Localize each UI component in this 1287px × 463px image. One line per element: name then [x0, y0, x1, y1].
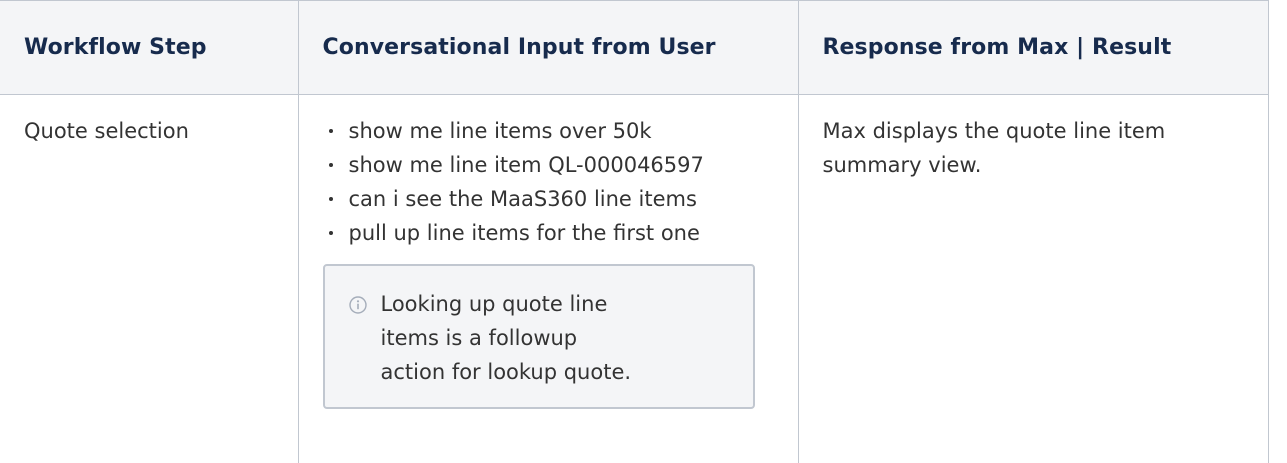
input-example: pull up line items for the first one — [348, 221, 700, 245]
header-conversational-input: Conversational Input from User — [297, 0, 799, 95]
input-example: show me line item QL-000046597 — [348, 153, 704, 177]
table-body: Quote selection show me line items over … — [0, 94, 1269, 463]
header-workflow-step: Workflow Step — [0, 0, 299, 95]
list-item: can i see the MaaS360 line items — [323, 182, 774, 216]
header-response-result: Response from Max | Result — [797, 0, 1269, 95]
list-item: show me line item QL-000046597 — [323, 148, 774, 182]
table-header: Workflow Step Conversational Input from … — [0, 0, 1269, 95]
info-circle-icon — [348, 290, 367, 314]
page: Workflow Step Conversational Input from … — [0, 0, 1287, 463]
bullet-dot — [328, 129, 333, 133]
user-input-cell: show me line items over 50k show me line… — [297, 94, 799, 463]
input-example: can i see the MaaS360 line items — [348, 187, 697, 211]
response-cell: Max displays the quote line item summary… — [797, 94, 1269, 463]
workflow-table: Workflow Step Conversational Input from … — [0, 0, 1269, 463]
header-row: Workflow Step Conversational Input from … — [0, 0, 1269, 95]
input-example: show me line items over 50k — [348, 119, 652, 143]
info-panel: Looking up quote line items is a followu… — [322, 264, 755, 409]
list-item: pull up line items for the first one — [323, 216, 774, 250]
workflow-step-cell: Quote selection — [0, 94, 299, 463]
bullet-dot — [328, 197, 333, 201]
info-note-text: Looking up quote line items is a followu… — [380, 292, 632, 384]
bullet-dot — [328, 231, 333, 235]
table-row: Quote selection show me line items over … — [0, 94, 1269, 463]
list-item: show me line items over 50k — [323, 114, 774, 148]
bullet-dot — [328, 163, 333, 167]
input-examples-list: show me line items over 50k show me line… — [323, 114, 774, 250]
